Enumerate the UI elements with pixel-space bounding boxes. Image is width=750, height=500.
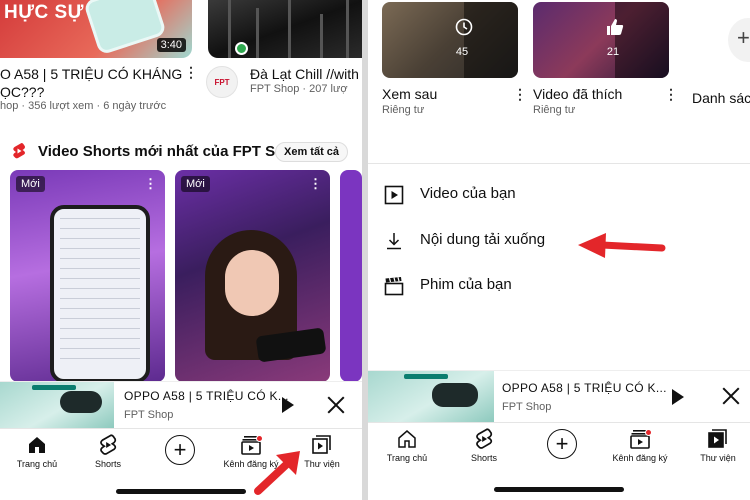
short-card[interactable]	[340, 170, 362, 382]
home-indicator	[116, 489, 246, 494]
shorts-section-header: Video Shorts mới nhất của FPT S...	[12, 142, 288, 160]
video-title[interactable]: O A58 | 5 TRIỆU CÓ KHÁNG	[0, 66, 182, 82]
home-icon	[29, 437, 45, 453]
nav-home[interactable]: Trang chủ	[377, 427, 437, 463]
new-badge: Mới	[181, 176, 210, 192]
playlist-thumbnail[interactable]: 21	[533, 2, 669, 78]
mini-player-title[interactable]: OPPO A58 | 5 TRIỆU CÓ K...	[502, 381, 667, 395]
video-thumbnail[interactable]: HỰC SỰ 3:40	[0, 0, 192, 58]
more-options-icon[interactable]: ⋮	[309, 176, 322, 192]
annotation-arrow-icon	[578, 233, 666, 258]
add-playlist-icon: +	[737, 25, 750, 50]
playlist-title[interactable]: Danh sác	[692, 90, 750, 106]
new-playlist-button[interactable]: +	[728, 18, 750, 62]
menu-label: Phim của bạn	[420, 276, 512, 293]
home-icon	[398, 430, 416, 448]
video-meta: hop · 356 lượt xem · 6 ngày trước	[0, 100, 167, 112]
more-options-icon[interactable]: ⋮	[513, 86, 527, 103]
mini-player-thumbnail[interactable]	[368, 371, 494, 423]
mini-player-channel: FPT Shop	[124, 409, 174, 421]
library-icon	[312, 435, 331, 454]
more-options-icon[interactable]: ⋮	[144, 176, 157, 192]
nav-home[interactable]: Trang chủ	[7, 433, 67, 469]
playlist-title[interactable]: Xem sau	[382, 86, 437, 102]
close-icon[interactable]	[327, 396, 345, 414]
mini-player-title[interactable]: OPPO A58 | 5 TRIỆU CÓ K...	[124, 389, 289, 403]
more-options-icon[interactable]: ⋮	[664, 86, 678, 103]
more-options-icon[interactable]: ⋮	[184, 64, 198, 81]
notification-dot	[256, 435, 263, 442]
playlist-count: 45	[455, 46, 469, 58]
video-duration: 3:40	[156, 38, 186, 52]
video-title[interactable]: Đà Lạt Chill //with	[250, 66, 359, 82]
phone-image	[83, 0, 167, 56]
menu-your-videos[interactable]: Video của bạn	[368, 176, 750, 212]
bottom-nav: Trang chủ Shorts + Kênh đăng ký Thư viện	[368, 422, 750, 467]
annotation-arrow-icon	[254, 451, 300, 495]
short-card[interactable]: Mới ⋮	[175, 170, 330, 382]
menu-label: Video của bạn	[420, 185, 516, 202]
nav-create[interactable]: +	[150, 433, 210, 465]
shorts-icon	[100, 434, 117, 455]
play-icon[interactable]	[672, 389, 684, 405]
section-divider	[368, 163, 750, 164]
live-status-icon	[235, 42, 248, 55]
mini-player[interactable]: OPPO A58 | 5 TRIỆU CÓ K... FPT Shop	[0, 381, 362, 429]
create-plus-icon: +	[165, 435, 195, 465]
video-title-line2[interactable]: ỌC???	[0, 84, 44, 100]
library-icon	[708, 429, 727, 448]
see-all-button[interactable]: Xem tất cả	[275, 142, 349, 162]
short-card[interactable]: Mới ⋮	[10, 170, 165, 382]
clapperboard-icon	[384, 277, 404, 296]
nav-subscriptions[interactable]: Kênh đăng ký	[610, 427, 670, 463]
playlist-thumbnail[interactable]: 45	[382, 2, 518, 78]
menu-downloads[interactable]: Nội dung tải xuống	[368, 222, 750, 258]
left-screenshot: HỰC SỰ 3:40 O A58 | 5 TRIỆU CÓ KHÁNG ỌC?…	[0, 0, 362, 500]
create-plus-icon: +	[547, 429, 577, 459]
clock-icon	[455, 18, 473, 36]
nav-shorts[interactable]: Shorts	[78, 433, 138, 469]
thumbs-up-icon	[607, 19, 624, 35]
play-icon[interactable]	[282, 397, 294, 413]
playlist-count: 21	[606, 46, 620, 58]
download-icon	[387, 233, 401, 250]
video-thumbnail[interactable]	[208, 0, 362, 58]
mini-player[interactable]: OPPO A58 | 5 TRIỆU CÓ K... FPT Shop	[368, 370, 750, 423]
phone-image	[50, 205, 150, 382]
notification-dot	[645, 429, 652, 436]
thumbnail-headline: HỰC SỰ	[4, 2, 84, 23]
nav-create[interactable]: +	[532, 427, 592, 459]
playlist-title[interactable]: Video đã thích	[533, 86, 622, 102]
nav-shorts[interactable]: Shorts	[454, 427, 514, 463]
shorts-icon	[476, 428, 493, 449]
mini-player-thumbnail[interactable]	[0, 382, 114, 429]
youtube-shorts-icon	[13, 143, 25, 159]
play-square-icon	[384, 185, 404, 205]
channel-avatar[interactable]: FPT	[206, 66, 238, 98]
mini-player-channel: FPT Shop	[502, 401, 552, 413]
right-screenshot: 45 21 + Xem sau Riêng tư ⋮ Video đã thíc…	[368, 0, 750, 500]
playlist-privacy: Riêng tư	[533, 104, 576, 116]
menu-label: Nội dung tải xuống	[420, 231, 546, 248]
menu-your-movies[interactable]: Phim của bạn	[368, 267, 750, 303]
close-icon[interactable]	[722, 387, 740, 405]
video-meta: FPT Shop · 207 lượ	[250, 83, 348, 95]
playlist-privacy: Riêng tư	[382, 104, 425, 116]
home-indicator	[494, 487, 624, 492]
new-badge: Mới	[16, 176, 45, 192]
section-title: Video Shorts mới nhất của FPT S...	[38, 142, 288, 160]
nav-library[interactable]: Thư viện	[688, 427, 748, 463]
